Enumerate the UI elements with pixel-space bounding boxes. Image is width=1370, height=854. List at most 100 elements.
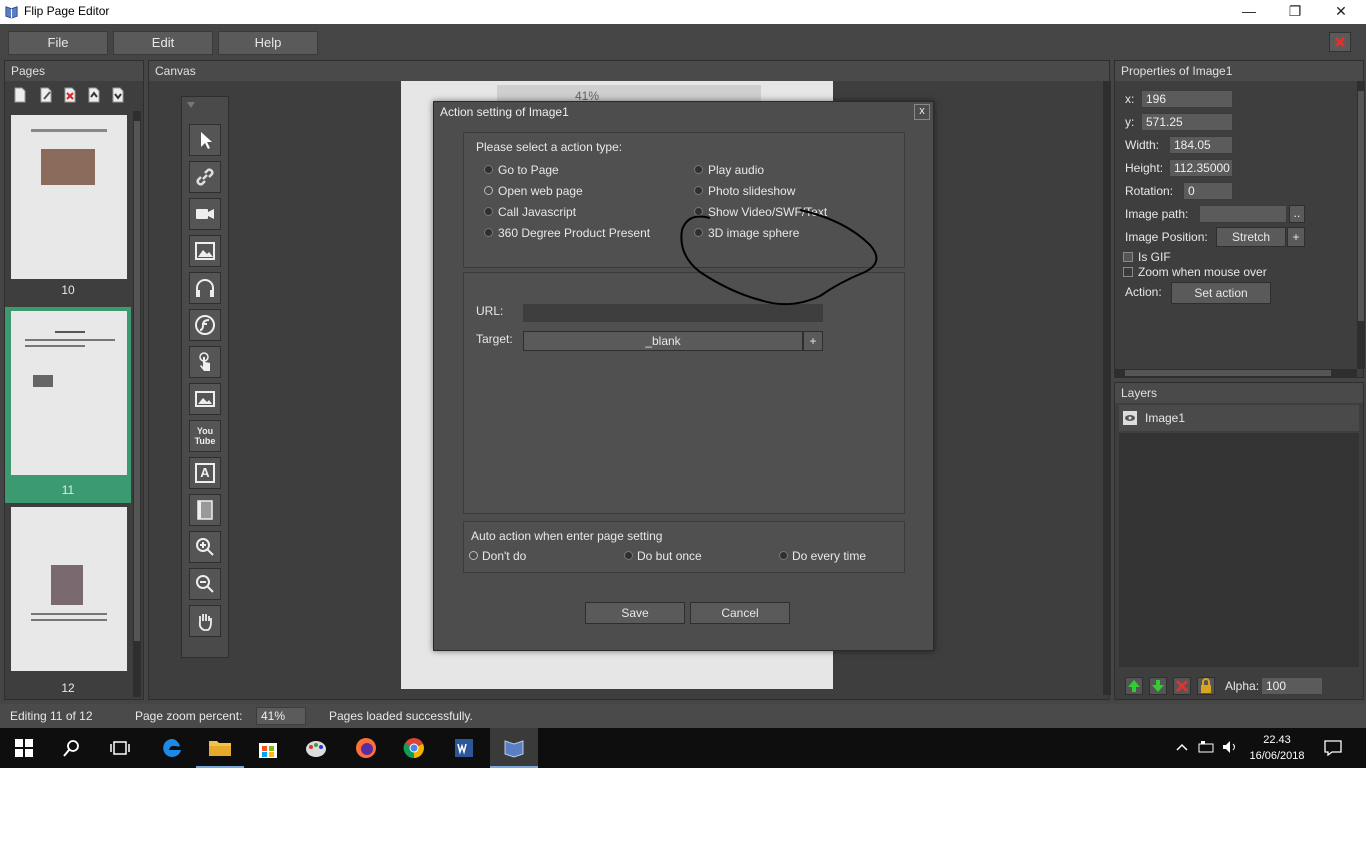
flash-tool[interactable] — [189, 309, 221, 341]
flip-page-editor-app[interactable] — [490, 728, 538, 768]
file-explorer-app[interactable] — [196, 728, 244, 768]
taskbar-clock[interactable]: 22.43 16/06/2018 — [1246, 732, 1308, 764]
zoom-checkbox[interactable] — [1123, 267, 1133, 277]
pages-panel: Pages 10 11 12 — [4, 60, 144, 700]
eye-icon[interactable] — [1123, 411, 1137, 425]
file-menu[interactable]: File — [8, 31, 108, 55]
radio-indicator[interactable] — [694, 186, 703, 195]
page-thumbnail-selected[interactable]: 11 — [5, 307, 131, 503]
target-label: Target: — [476, 332, 513, 346]
properties-hscrollbar-thumb[interactable] — [1125, 370, 1331, 376]
layer-item[interactable]: Image1 — [1119, 405, 1359, 431]
search-button[interactable] — [48, 728, 96, 768]
help-menu[interactable]: Help — [218, 31, 318, 55]
alpha-input[interactable]: 100 — [1261, 677, 1323, 695]
radio-play-audio[interactable]: Play audio — [694, 163, 894, 181]
page-thumbnail[interactable]: 12 — [5, 503, 131, 699]
layer-down-button[interactable] — [1149, 677, 1167, 695]
layer-delete-button[interactable] — [1173, 677, 1191, 695]
audio-tool[interactable] — [189, 272, 221, 304]
youtube-tool[interactable]: You Tube — [189, 420, 221, 452]
firefox-app[interactable] — [342, 728, 390, 768]
edit-menu[interactable]: Edit — [113, 31, 213, 55]
properties-hscrollbar[interactable] — [1115, 369, 1357, 377]
zoom-out-tool[interactable] — [189, 568, 221, 600]
collapse-arrow-icon[interactable] — [186, 101, 196, 109]
minimize-button[interactable]: — — [1226, 0, 1272, 24]
network-icon[interactable] — [1198, 740, 1216, 754]
volume-icon[interactable] — [1222, 740, 1238, 754]
chevron-up-icon[interactable] — [1176, 742, 1188, 752]
canvas-scrollbar[interactable] — [1103, 81, 1111, 695]
exit-app-button[interactable] — [1329, 32, 1351, 52]
radio-indicator-selected[interactable] — [469, 551, 478, 560]
book-tool[interactable] — [189, 494, 221, 526]
close-window-button[interactable]: ✕ — [1318, 0, 1364, 24]
text-tool[interactable]: A — [189, 457, 221, 489]
page-thumbnail[interactable]: 10 — [5, 111, 131, 307]
pointer-tool[interactable] — [189, 124, 221, 156]
touch-tool[interactable] — [189, 346, 221, 378]
radio-go-to-page[interactable]: Go to Page — [484, 163, 684, 181]
image-path-input[interactable] — [1199, 205, 1287, 223]
image-tool[interactable] — [189, 235, 221, 267]
link-tool[interactable] — [189, 161, 221, 193]
is-gif-checkbox[interactable] — [1123, 252, 1133, 262]
radio-do-every-time[interactable]: Do every time — [779, 549, 919, 567]
restore-button[interactable]: ❐ — [1272, 0, 1318, 24]
x-input[interactable]: 196 — [1141, 90, 1233, 108]
paint-app[interactable] — [292, 728, 340, 768]
image-position-plus-button[interactable]: + — [1287, 227, 1305, 247]
pages-scrollbar-thumb[interactable] — [134, 121, 140, 641]
video-tool[interactable] — [189, 198, 221, 230]
photo-tool[interactable] — [189, 383, 221, 415]
radio-dont-do[interactable]: Don't do — [469, 549, 609, 567]
layer-up-button[interactable] — [1125, 677, 1143, 695]
radio-call-javascript[interactable]: Call Javascript — [484, 205, 684, 223]
radio-indicator[interactable] — [694, 165, 703, 174]
zoom-in-tool[interactable] — [189, 531, 221, 563]
target-dropdown[interactable]: _blank — [523, 331, 803, 351]
word-app[interactable] — [440, 728, 488, 768]
save-button[interactable]: Save — [585, 602, 685, 624]
radio-indicator[interactable] — [484, 207, 493, 216]
height-input[interactable]: 112.35000 — [1169, 159, 1233, 177]
store-app[interactable] — [244, 728, 292, 768]
radio-indicator[interactable] — [484, 228, 493, 237]
rotation-input[interactable]: 0 — [1183, 182, 1233, 200]
layer-lock-button[interactable] — [1197, 677, 1215, 695]
radio-indicator[interactable] — [779, 551, 788, 560]
properties-scrollbar-thumb[interactable] — [1358, 91, 1364, 321]
target-plus-button[interactable]: + — [803, 331, 823, 351]
zoom-percent-input[interactable]: 41% — [256, 707, 306, 725]
radio-360-degree[interactable]: 360 Degree Product Present — [484, 226, 684, 244]
hand-tool[interactable] — [189, 605, 221, 637]
start-button[interactable] — [0, 728, 48, 768]
properties-scrollbar[interactable] — [1357, 81, 1365, 369]
image-position-dropdown[interactable]: Stretch — [1216, 227, 1286, 247]
task-view-button[interactable] — [96, 728, 144, 768]
radio-indicator[interactable] — [484, 165, 493, 174]
radio-do-but-once[interactable]: Do but once — [624, 549, 764, 567]
new-page-icon[interactable] — [13, 87, 27, 103]
pages-scrollbar[interactable] — [133, 111, 141, 697]
width-input[interactable]: 184.05 — [1169, 136, 1233, 154]
set-action-button[interactable]: Set action — [1171, 282, 1271, 304]
radio-open-web-page[interactable]: Open web page — [484, 184, 684, 202]
browse-image-button[interactable]: .. — [1289, 205, 1305, 223]
radio-indicator-selected[interactable] — [484, 186, 493, 195]
zoom-percent-label: Page zoom percent: — [135, 709, 243, 723]
dialog-close-button[interactable]: x — [914, 104, 930, 120]
chrome-app[interactable] — [390, 728, 438, 768]
y-input[interactable]: 571.25 — [1141, 113, 1233, 131]
edge-app[interactable] — [148, 728, 196, 768]
cancel-button[interactable]: Cancel — [690, 602, 790, 624]
radio-indicator[interactable] — [624, 551, 633, 560]
delete-page-icon[interactable] — [63, 87, 77, 103]
notification-icon[interactable] — [1324, 740, 1342, 756]
radio-label: Photo slideshow — [708, 184, 796, 198]
move-page-down-icon[interactable] — [111, 87, 125, 103]
taskbar-date: 16/06/2018 — [1249, 750, 1305, 762]
move-page-up-icon[interactable] — [87, 87, 101, 103]
edit-page-icon[interactable] — [39, 87, 53, 103]
